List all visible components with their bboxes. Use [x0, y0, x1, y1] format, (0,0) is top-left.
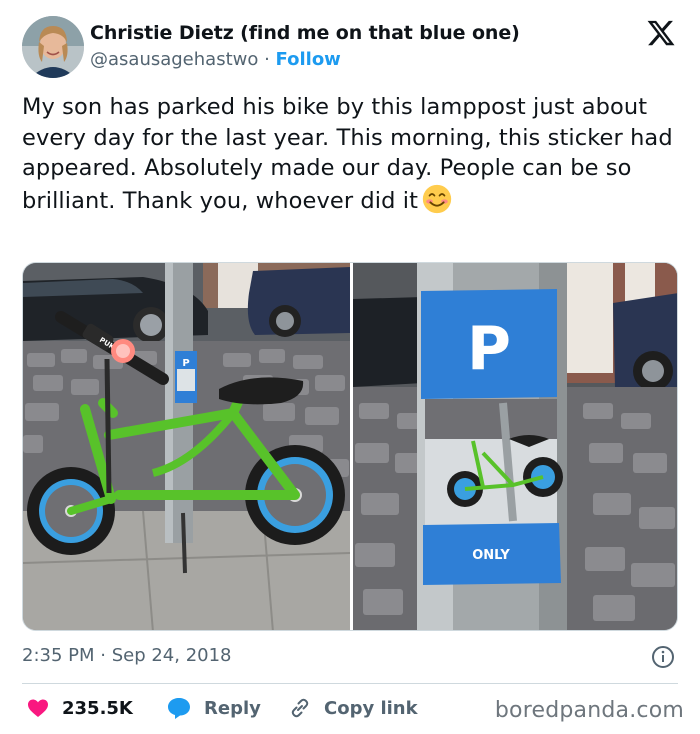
sticker-only-label: ONLY	[472, 548, 510, 563]
copy-link-button[interactable]: Copy link	[288, 694, 418, 722]
sticker-p-letter: P	[182, 358, 189, 369]
copy-link-label: Copy link	[324, 697, 418, 719]
photo-bike-by-lamppost[interactable]: P PUKY	[23, 263, 350, 630]
follow-button[interactable]: Follow	[276, 49, 341, 70]
author-handle[interactable]: @asausagehastwo	[90, 49, 258, 70]
link-icon	[291, 698, 309, 718]
smiling-face-emoji-icon	[422, 184, 452, 213]
info-icon[interactable]	[651, 645, 675, 669]
reply-label: Reply	[204, 697, 261, 719]
watermark: boredpanda.com	[494, 698, 684, 723]
divider	[22, 683, 678, 684]
tweet-header: Christie Dietz (find me on that blue one…	[22, 16, 682, 78]
media-grid[interactable]: P PUKY P ONLY	[22, 262, 678, 631]
tweet-timestamp[interactable]: 2:35 PM · Sep 24, 2018	[22, 645, 232, 666]
like-button[interactable]: 235.5K	[26, 694, 133, 722]
like-count: 235.5K	[62, 697, 133, 719]
author-name[interactable]: Christie Dietz (find me on that blue one…	[90, 22, 520, 44]
tweet-text: My son has parked his bike by this lampp…	[22, 92, 686, 216]
author-handle-row: @asausagehastwo · Follow	[90, 49, 341, 70]
sticker-p-large: P	[467, 314, 511, 384]
speech-bubble-icon	[168, 698, 190, 719]
heart-icon	[28, 699, 48, 717]
tweet-body: My son has parked his bike by this lampp…	[22, 94, 673, 214]
photo-sticker-closeup[interactable]: P ONLY	[353, 263, 677, 630]
reply-button[interactable]: Reply	[166, 694, 261, 722]
avatar[interactable]	[22, 16, 84, 78]
x-logo-icon[interactable]	[646, 18, 676, 48]
separator-dot: ·	[258, 49, 276, 70]
